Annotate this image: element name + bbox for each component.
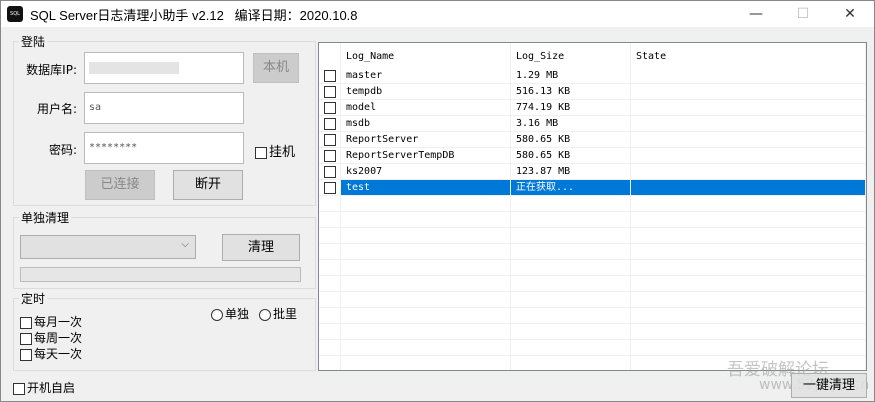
cell-log-size: 123.87 MB	[516, 166, 571, 177]
row-checkbox[interactable]	[324, 118, 336, 130]
cell-log-size: 1.29 MB	[516, 70, 559, 81]
table-row[interactable]: tempdb 516.13 KB	[319, 84, 866, 100]
cell-log-size: 516.13 KB	[516, 86, 571, 97]
cell-state	[631, 116, 865, 132]
login-group-label: 登陆	[19, 33, 48, 50]
cell-state	[631, 164, 865, 180]
disconnect-button[interactable]: 断开	[173, 170, 243, 200]
local-button[interactable]: 本机	[253, 53, 299, 83]
row-checkbox[interactable]	[324, 150, 336, 162]
cell-log-name: master	[346, 70, 383, 81]
table-row[interactable]: test 正在获取...	[319, 180, 866, 196]
cell-log-name: msdb	[346, 118, 371, 129]
cell-state	[631, 132, 865, 148]
hang-label: 挂机	[269, 145, 296, 160]
cell-state	[631, 148, 865, 164]
log-select[interactable]: ⌵	[20, 235, 196, 259]
ip-label: 数据库IP:	[26, 63, 77, 77]
cell-log-size: 3.16 MB	[516, 118, 559, 129]
cell-log-size: 正在获取...	[511, 180, 630, 196]
connected-button[interactable]: 已连接	[85, 170, 155, 200]
cell-log-name: test	[341, 180, 510, 196]
log-list[interactable]: Log_Name Log_Size State master 1.29 MB t…	[318, 42, 867, 372]
cell-log-name: ks2007	[346, 166, 383, 177]
cell-log-name: tempdb	[346, 86, 383, 97]
maximize-button[interactable]: ☐	[780, 1, 826, 27]
minimize-button[interactable]: —	[733, 1, 779, 27]
batch-radio[interactable]: 批里	[259, 305, 297, 322]
user-label: 用户名:	[36, 102, 77, 116]
row-checkbox[interactable]	[324, 182, 336, 194]
app-icon: SQL	[7, 6, 23, 22]
table-row[interactable]: master 1.29 MB	[319, 68, 866, 84]
cell-log-size: 580.65 KB	[516, 150, 571, 161]
table-row[interactable]: ks2007 123.87 MB	[319, 164, 866, 180]
cell-log-name: ReportServerTempDB	[346, 150, 455, 161]
daily-checkbox[interactable]: 每天一次	[20, 345, 82, 362]
row-checkbox[interactable]	[324, 86, 336, 98]
single-clean-label: 单独清理	[19, 209, 72, 226]
cell-state	[631, 100, 865, 116]
row-checkbox[interactable]	[324, 166, 336, 178]
weekly-checkbox[interactable]: 每周一次	[20, 329, 82, 346]
cell-log-name: ReportServer	[346, 134, 419, 145]
close-button[interactable]: ✕	[827, 1, 873, 27]
row-checkbox[interactable]	[324, 134, 336, 146]
cell-state	[631, 84, 865, 100]
monthly-checkbox[interactable]: 每月一次	[20, 313, 82, 330]
table-row[interactable]: msdb 3.16 MB	[319, 116, 866, 132]
row-checkbox[interactable]	[324, 102, 336, 114]
cell-state	[631, 68, 865, 84]
timer-label: 定时	[19, 290, 48, 307]
table-row[interactable]: ReportServerTempDB 580.65 KB	[319, 148, 866, 164]
chevron-down-icon: ⌵	[181, 239, 189, 250]
hang-checkbox[interactable]: 挂机	[255, 141, 295, 160]
progress-bar	[20, 267, 301, 282]
ip-input[interactable]	[84, 52, 244, 84]
single-radio[interactable]: 单独	[211, 305, 249, 322]
autostart-checkbox[interactable]: 开机自启	[13, 379, 75, 396]
table-row[interactable]: ReportServer 580.65 KB	[319, 132, 866, 148]
title-bar: SQL SQL Server日志清理小助手 v2.12 编译日期：2020.10…	[1, 1, 874, 27]
column-header-log-name[interactable]: Log_Name	[341, 49, 394, 65]
clean-button[interactable]: 清理	[222, 234, 300, 261]
column-header-log-size[interactable]: Log_Size	[511, 49, 564, 65]
cell-log-size: 580.65 KB	[516, 134, 571, 145]
cell-state	[631, 180, 865, 196]
cell-log-name: model	[346, 102, 377, 113]
cell-log-size: 774.19 KB	[516, 102, 571, 113]
row-checkbox[interactable]	[324, 70, 336, 82]
one-click-clean-button[interactable]: 一键清理	[791, 373, 867, 398]
window-title: SQL Server日志清理小助手 v2.12 编译日期：2020.10.8	[30, 8, 358, 23]
list-header: Log_Name Log_Size State	[319, 49, 866, 65]
column-header-state[interactable]: State	[631, 49, 666, 65]
table-row[interactable]: model 774.19 KB	[319, 100, 866, 116]
password-label: 密码:	[48, 143, 77, 157]
user-input[interactable]: sa	[84, 92, 244, 124]
password-input[interactable]: ********	[84, 132, 244, 164]
